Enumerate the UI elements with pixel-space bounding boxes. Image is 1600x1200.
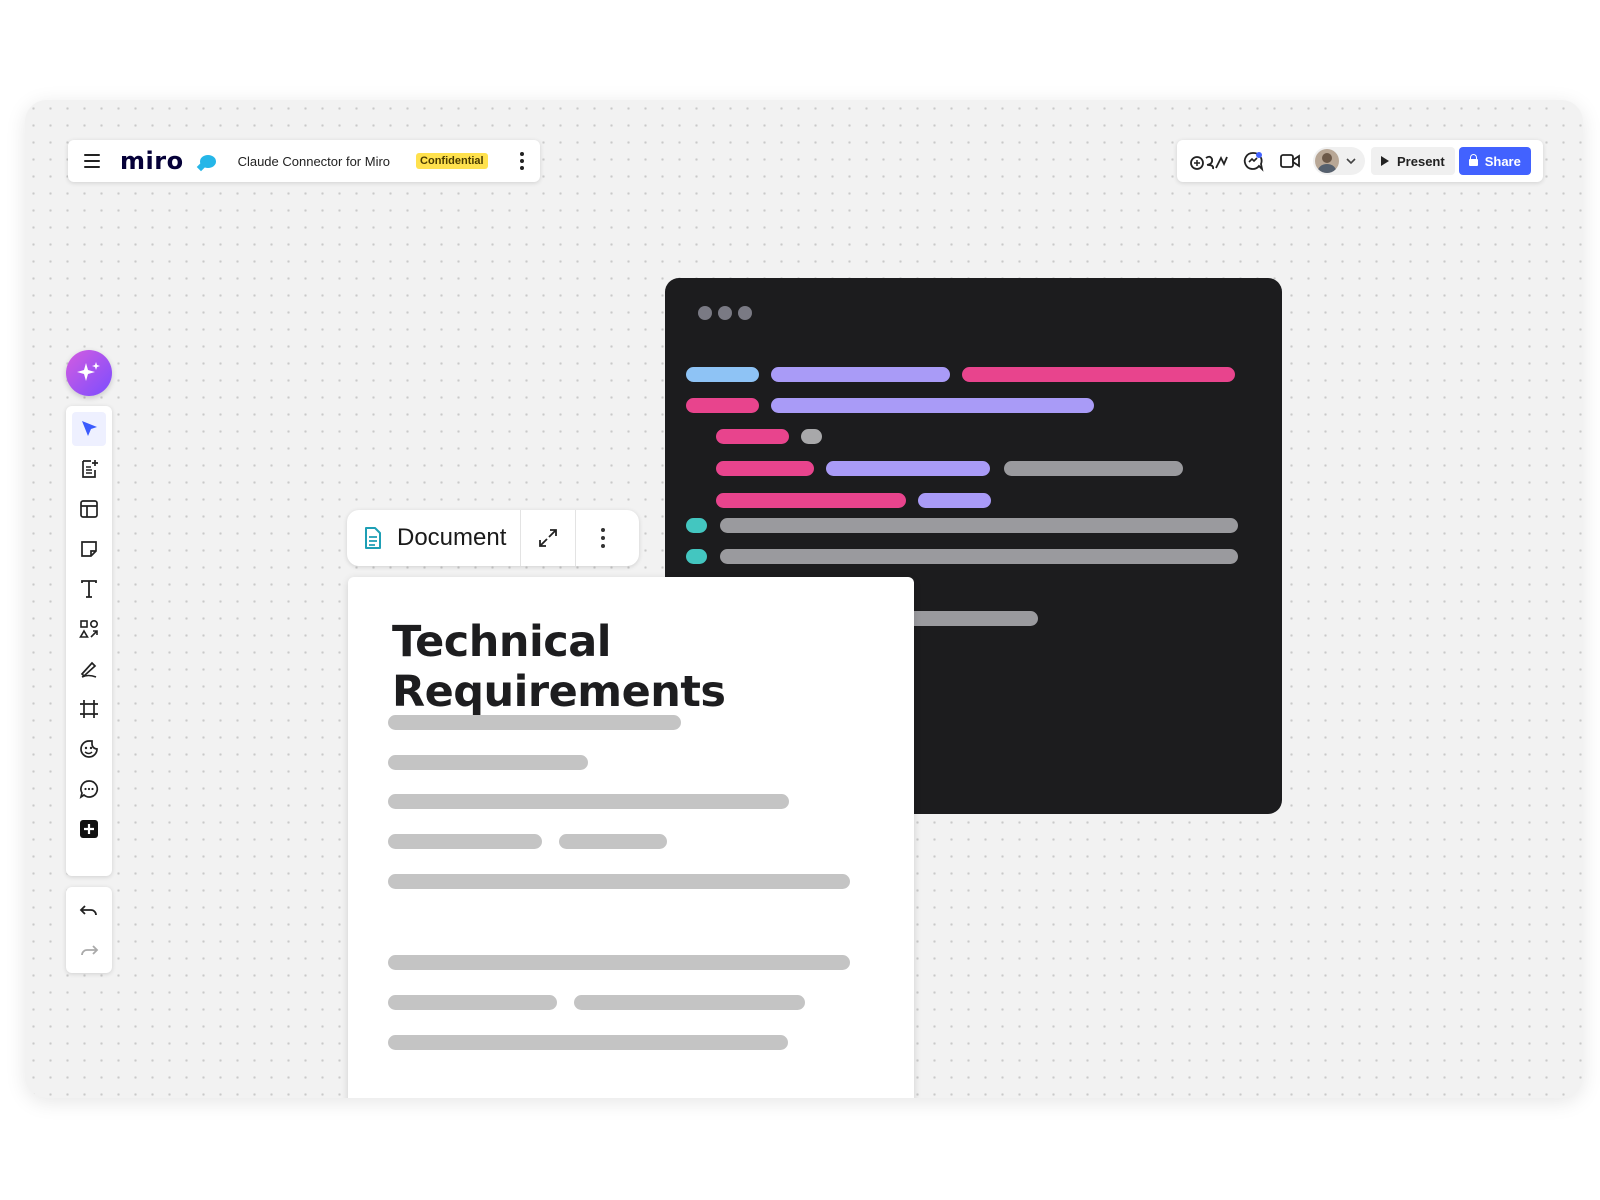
text-tool[interactable] (72, 572, 106, 606)
code-line-placeholder (801, 429, 822, 444)
sparkle-icon (77, 362, 100, 381)
stickers-tool[interactable] (72, 732, 106, 766)
left-toolbar (66, 406, 112, 876)
ai-sparkle-button[interactable] (66, 350, 112, 396)
chevron-down-icon (1346, 158, 1356, 165)
more-apps-tool[interactable] (72, 812, 106, 846)
text-line-placeholder (388, 755, 588, 770)
chat-bubble-icon[interactable] (199, 154, 216, 168)
code-line-placeholder (686, 549, 707, 564)
video-camera-icon[interactable] (1277, 149, 1303, 173)
play-icon (1381, 156, 1389, 166)
hamburger-menu-icon[interactable] (84, 154, 100, 168)
activity-chat-icon[interactable] (1240, 149, 1266, 173)
cursor-arrow-icon (82, 421, 97, 436)
text-line-placeholder (388, 1035, 788, 1050)
confidential-badge[interactable]: Confidential (416, 153, 488, 169)
text-line-placeholder (574, 995, 805, 1010)
text-line-placeholder (388, 874, 850, 889)
document-type-label: Document (397, 524, 507, 551)
code-line-placeholder (771, 398, 1094, 413)
document-toolbar: Document (347, 510, 639, 566)
code-line-placeholder (771, 367, 950, 382)
document-icon (365, 527, 381, 549)
history-toolbar (66, 887, 112, 973)
collaboration-bar: Present Share (1177, 140, 1543, 182)
text-line-placeholder (388, 955, 850, 970)
emoji-sticker-icon (80, 740, 98, 758)
present-button[interactable]: Present (1371, 147, 1455, 175)
user-avatar-menu[interactable] (1313, 147, 1365, 175)
templates-tool[interactable] (72, 492, 106, 526)
code-line-placeholder (716, 493, 906, 508)
frame-tool[interactable] (72, 692, 106, 726)
select-tool[interactable] (72, 412, 106, 446)
sticky-note-tool[interactable] (72, 532, 106, 566)
document-card[interactable]: Technical Requirements (348, 577, 914, 1098)
board-options-icon[interactable] (520, 152, 524, 170)
document-title[interactable]: Technical Requirements (392, 617, 914, 717)
frame-icon (80, 700, 98, 718)
text-line-placeholder (388, 715, 681, 730)
text-icon (81, 580, 97, 598)
more-vertical-icon (601, 528, 606, 548)
board-header: miro Claude Connector for Miro Confident… (68, 140, 540, 182)
code-line-placeholder (716, 429, 789, 444)
lock-icon (1468, 154, 1478, 166)
document-options-button[interactable] (576, 510, 630, 566)
code-line-placeholder (1004, 461, 1183, 476)
reactions-icon[interactable] (1189, 149, 1229, 173)
document-add-icon (82, 460, 98, 478)
code-line-placeholder (918, 493, 991, 508)
code-line-placeholder (962, 367, 1235, 382)
present-label: Present (1397, 153, 1445, 169)
expand-icon (539, 529, 558, 547)
window-dot (698, 306, 712, 320)
code-line-placeholder (686, 367, 759, 382)
text-line-placeholder (559, 834, 667, 849)
share-button[interactable]: Share (1458, 147, 1531, 175)
shapes-icon (79, 619, 99, 638)
comment-icon (79, 780, 99, 799)
text-line-placeholder (388, 794, 789, 809)
text-line-placeholder (388, 995, 557, 1010)
pen-tool[interactable] (72, 652, 106, 686)
shapes-tool[interactable] (72, 612, 106, 646)
comment-tool[interactable] (72, 772, 106, 806)
expand-button[interactable] (521, 510, 575, 566)
code-line-placeholder (686, 518, 707, 533)
sticky-note-icon (81, 541, 97, 557)
redo-icon (81, 945, 99, 956)
window-dot (738, 306, 752, 320)
doc-add-tool[interactable] (72, 452, 106, 486)
board-title[interactable]: Claude Connector for Miro (238, 154, 390, 169)
templates-icon (80, 500, 98, 518)
code-line-placeholder (720, 518, 1238, 533)
code-line-placeholder (826, 461, 990, 476)
code-line-placeholder (720, 549, 1238, 564)
redo-button[interactable] (72, 933, 106, 967)
share-label: Share (1484, 153, 1521, 169)
undo-icon (79, 905, 97, 916)
code-line-placeholder (686, 398, 759, 413)
plus-square-icon (80, 820, 98, 838)
canvas-board[interactable]: miro Claude Connector for Miro Confident… (25, 100, 1583, 1098)
text-line-placeholder (388, 834, 542, 849)
undo-button[interactable] (72, 893, 106, 927)
miro-logo[interactable]: miro (120, 147, 184, 175)
window-dot (718, 306, 732, 320)
pen-icon (80, 661, 97, 678)
avatar (1315, 149, 1339, 173)
code-line-placeholder (716, 461, 814, 476)
